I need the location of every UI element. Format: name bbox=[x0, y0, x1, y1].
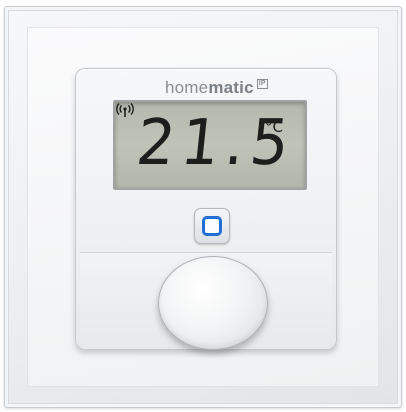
lcd-display: 21.5 °C bbox=[113, 100, 307, 190]
thermostat-photo: home matic IP 21.5 °C bbox=[0, 0, 406, 412]
brand-ip-badge: IP bbox=[256, 79, 268, 89]
adjustment-knob[interactable] bbox=[158, 256, 268, 350]
square-button-icon bbox=[202, 216, 222, 236]
temperature-unit: °C bbox=[265, 118, 283, 136]
radio-signal-icon bbox=[116, 103, 134, 117]
brand-logo-bold: matic bbox=[208, 78, 254, 97]
system-button[interactable] bbox=[194, 208, 230, 244]
brand-logo-regular: home bbox=[165, 78, 209, 97]
brand-logo: home matic IP bbox=[165, 78, 268, 98]
